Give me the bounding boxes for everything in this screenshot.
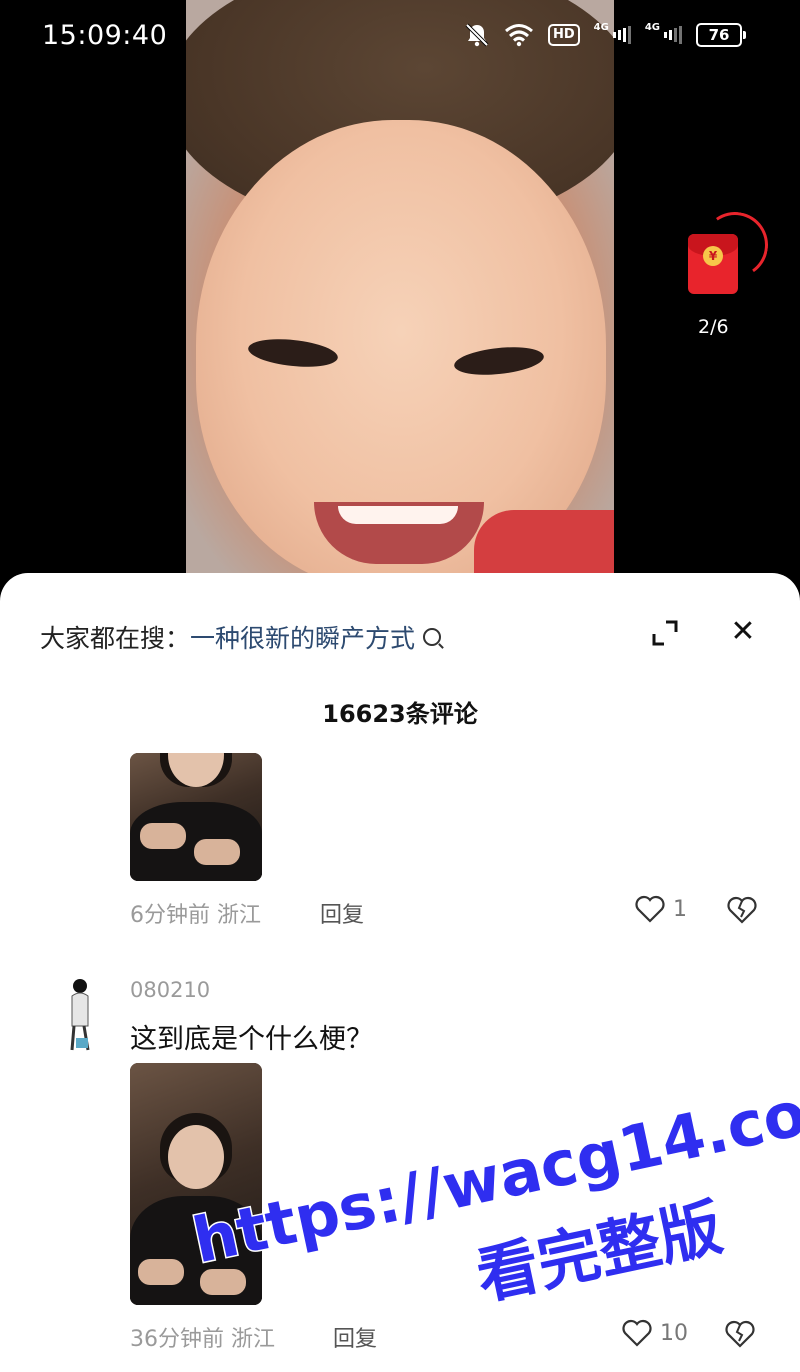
video-player[interactable]	[186, 0, 614, 600]
expand-button[interactable]	[650, 618, 680, 648]
search-icon[interactable]	[423, 628, 442, 646]
comment-username[interactable]: 080210	[130, 978, 210, 1002]
signal-2-icon: 4G	[645, 22, 682, 48]
avatar[interactable]	[58, 976, 98, 1054]
like-count: 1	[673, 896, 687, 922]
status-icons: HD 4G 4G 76	[464, 22, 746, 48]
search-suggestion-prefix: 大家都在搜：	[40, 624, 191, 653]
reply-button[interactable]: 回复	[333, 1321, 377, 1353]
like-button[interactable]: 1	[635, 895, 687, 923]
search-suggestion[interactable]: 大家都在搜： 一种很新的瞬产方式	[40, 619, 442, 655]
hd-icon: HD	[547, 24, 580, 46]
dislike-button[interactable]	[724, 1319, 756, 1353]
comment-count: 16623条评论	[322, 700, 478, 728]
mute-bell-icon	[464, 22, 490, 48]
comment-image[interactable]	[130, 753, 262, 881]
like-button[interactable]: 10	[622, 1319, 688, 1347]
dislike-button[interactable]	[726, 895, 758, 929]
heart-icon	[622, 1319, 652, 1347]
comment-image[interactable]	[130, 1063, 262, 1305]
comment-meta: 36分钟前 浙江	[130, 1327, 275, 1352]
coin-icon: ¥	[703, 246, 723, 266]
comments-sheet: 大家都在搜： 一种很新的瞬产方式 ✕ 16623条评论 6分钟前 浙江 回复 1…	[0, 573, 800, 1372]
status-time: 15:09:40	[42, 20, 168, 51]
status-bar: 15:09:40 HD 4G 4G 76	[0, 0, 800, 72]
signal-1-icon: 4G	[594, 22, 631, 48]
broken-heart-icon	[725, 1320, 755, 1348]
close-icon: ✕	[730, 614, 756, 649]
reply-button[interactable]: 回复	[320, 897, 364, 929]
like-count: 10	[660, 1320, 688, 1346]
expand-icon	[652, 620, 678, 646]
close-button[interactable]: ✕	[728, 617, 758, 647]
heart-icon	[635, 895, 665, 923]
battery-icon: 76	[696, 23, 746, 47]
wifi-icon	[504, 22, 534, 48]
comment-meta: 6分钟前 浙江	[130, 903, 261, 928]
red-packet-counter: 2/6	[698, 316, 729, 338]
search-suggestion-keyword[interactable]: 一种很新的瞬产方式	[190, 619, 415, 655]
comment-text: 这到底是个什么梗？	[130, 1024, 373, 1055]
red-packet-icon[interactable]: ¥	[688, 206, 774, 298]
broken-heart-icon	[727, 896, 757, 924]
